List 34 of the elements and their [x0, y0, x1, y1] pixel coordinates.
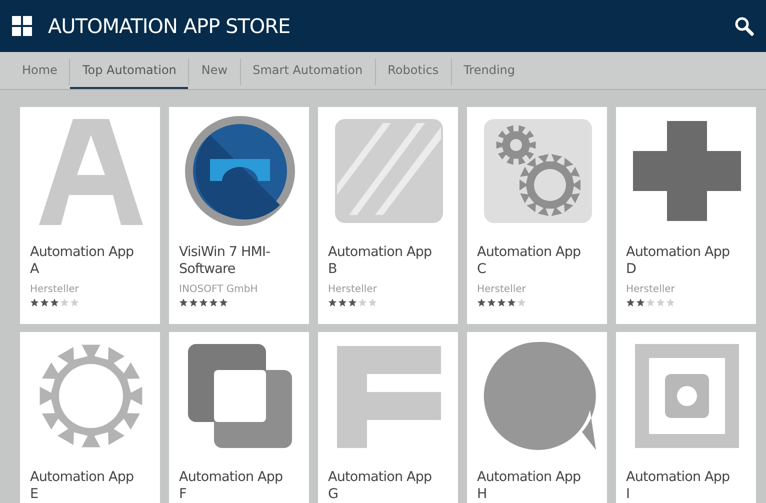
tab[interactable]: New	[189, 52, 240, 89]
app-card[interactable]: Automation App D Hersteller	[616, 107, 756, 324]
app-publisher: Hersteller	[328, 284, 378, 295]
app-name: Automation App A	[30, 244, 134, 278]
app-card[interactable]: Automation App F	[169, 332, 309, 503]
app-publisher: Hersteller	[477, 284, 527, 295]
app-publisher: Hersteller	[30, 284, 80, 295]
app-card[interactable]: Automation App E	[20, 332, 160, 503]
app-name: Automation App H	[477, 469, 581, 503]
tab[interactable]: Robotics	[376, 52, 451, 89]
app-name: VisiWin 7 HMI-Software	[179, 244, 272, 278]
tab[interactable]: Trending	[452, 52, 528, 89]
app-publisher: Hersteller	[626, 284, 676, 295]
app-card[interactable]: Automation App A Hersteller	[20, 107, 160, 324]
app-name: Automation App E	[30, 469, 134, 503]
search-icon[interactable]	[734, 16, 754, 36]
app-card[interactable]: Automation App H	[467, 332, 607, 503]
tab[interactable]: Home	[10, 52, 70, 89]
app-name: Automation App C	[477, 244, 581, 278]
store-title: AUTOMATION APP STORE	[48, 14, 292, 38]
app-card[interactable]: Automation App B Hersteller	[318, 107, 458, 324]
app-name: Automation App I	[626, 469, 730, 503]
app-name: Automation App D	[626, 244, 730, 278]
app-card[interactable]: VisiWin 7 HMI-Software INOSOFT GmbH	[169, 107, 309, 324]
tab[interactable]: Smart Automation	[240, 52, 375, 89]
app-card[interactable]: Automation App C Hersteller	[467, 107, 607, 324]
app-name: Automation App G	[328, 469, 432, 503]
app-card[interactable]: Automation App G	[318, 332, 458, 503]
app-publisher: INOSOFT GmbH	[179, 284, 259, 295]
grid-logo-icon	[12, 16, 32, 36]
app-name: Automation App B	[328, 244, 432, 278]
app-name: Automation App F	[179, 469, 283, 503]
app-card[interactable]: Automation App I	[616, 332, 756, 503]
tab[interactable]: Top Automation	[70, 52, 188, 89]
